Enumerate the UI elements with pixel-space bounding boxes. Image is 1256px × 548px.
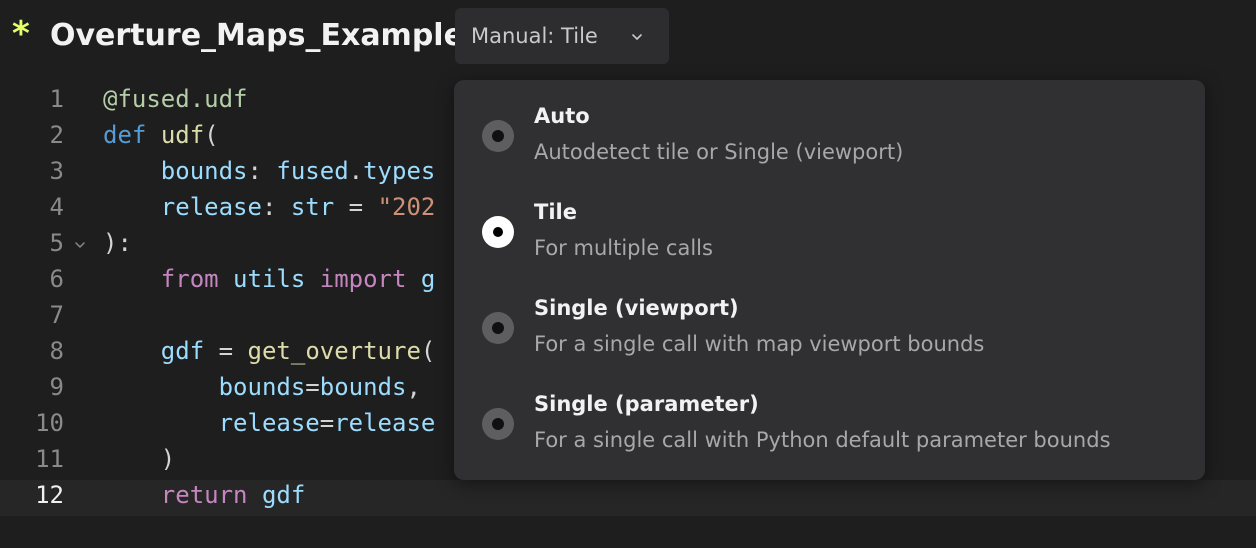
udf-title[interactable]: Overture_Maps_Example <box>50 18 464 54</box>
code-token: udf <box>160 121 205 149</box>
fold-chevron-icon[interactable] <box>73 239 87 253</box>
code-token: release <box>334 409 436 437</box>
mode-option-title: Single (parameter) <box>534 392 759 416</box>
code-token: bounds <box>160 157 248 185</box>
code-token: = <box>334 193 378 221</box>
code-token: import <box>319 265 407 293</box>
code-token: ): <box>103 229 132 257</box>
code-token: bounds <box>319 373 407 401</box>
code-line[interactable]: bounds: fused.types <box>103 153 436 189</box>
code-token: = <box>305 373 320 401</box>
code-token: g <box>406 265 436 293</box>
code-token: @fused.udf <box>103 85 248 113</box>
execution-mode-menu: Auto Autodetect tile or Single (viewport)… <box>454 80 1205 480</box>
code-line[interactable]: release: str = "202 <box>103 189 436 225</box>
line-number: 3 <box>49 157 64 185</box>
line-number: 7 <box>49 301 64 329</box>
code-token: gdf <box>160 337 205 365</box>
execution-mode-label: Manual: Tile <box>471 24 598 48</box>
code-token: get_overture <box>247 337 421 365</box>
line-number: 2 <box>49 121 64 149</box>
code-token: "202 <box>377 193 436 221</box>
line-number: 6 <box>49 265 64 293</box>
code-token: . <box>348 157 364 185</box>
code-token: return <box>160 481 248 509</box>
line-number: 8 <box>49 337 64 365</box>
mode-option-title: Auto <box>534 104 590 128</box>
code-token: ) <box>103 445 176 473</box>
mode-option-tile[interactable]: Tile For multiple calls <box>454 185 1205 281</box>
radio-selected-icon[interactable] <box>482 216 514 248</box>
line-number: 11 <box>35 445 64 473</box>
code-token: utils <box>233 265 306 293</box>
mode-option-description: For a single call with map viewport boun… <box>534 332 985 356</box>
radio-icon[interactable] <box>482 312 514 344</box>
line-number: 1 <box>49 85 64 113</box>
line-number: 4 <box>49 193 64 221</box>
mode-option-description: For a single call with Python default pa… <box>534 428 1111 452</box>
code-line[interactable]: ): <box>103 225 132 261</box>
code-line[interactable]: ) <box>103 441 175 477</box>
code-token: ( <box>420 337 436 365</box>
code-token: = <box>204 337 248 365</box>
code-token: release <box>160 193 262 221</box>
execution-mode-select[interactable]: Manual: Tile <box>455 8 669 64</box>
code-token: fused <box>276 157 349 185</box>
code-line[interactable]: def udf( <box>103 117 219 153</box>
code-token: , <box>406 373 421 401</box>
code-token: : <box>261 193 291 221</box>
code-token: ( <box>204 121 219 149</box>
line-number: 12 <box>35 481 64 509</box>
line-number: 10 <box>35 409 64 437</box>
code-token: def <box>103 121 147 149</box>
mode-option-single-viewport[interactable]: Single (viewport) For a single call with … <box>454 281 1205 377</box>
code-line[interactable]: gdf = get_overture( <box>103 333 436 369</box>
radio-dot <box>492 418 504 430</box>
unsaved-indicator: * <box>12 14 30 54</box>
code-line[interactable]: bounds=bounds, <box>103 369 421 405</box>
line-number-gutter: 1 2 3 4 5 6 7 8 9 10 11 12 <box>0 80 94 548</box>
code-token: str <box>290 193 335 221</box>
code-token: from <box>160 265 219 293</box>
radio-dot <box>492 130 504 142</box>
line-number: 5 <box>49 229 64 257</box>
udf-editor-app: * Overture_Maps_Example Manual: Tile 123… <box>0 0 1256 548</box>
chevron-down-icon <box>632 34 642 40</box>
code-line[interactable]: from utils import g <box>103 261 436 297</box>
code-token: = <box>319 409 335 437</box>
code-token: bounds <box>218 373 306 401</box>
mode-option-description: Autodetect tile or Single (viewport) <box>534 140 904 164</box>
radio-icon[interactable] <box>482 408 514 440</box>
code-line[interactable]: return gdf <box>103 477 306 513</box>
code-token: types <box>363 157 436 185</box>
code-token: gdf <box>261 481 306 509</box>
mode-option-title: Single (viewport) <box>534 296 739 320</box>
code-token: : <box>247 157 277 185</box>
code-token: release <box>218 409 320 437</box>
header: * Overture_Maps_Example Manual: Tile <box>0 0 1256 72</box>
mode-option-single-parameter[interactable]: Single (parameter) For a single call with… <box>454 377 1205 473</box>
mode-option-title: Tile <box>534 200 577 224</box>
mode-option-description: For multiple calls <box>534 236 713 260</box>
radio-dot <box>493 227 503 237</box>
line-number: 9 <box>49 373 64 401</box>
radio-dot <box>492 322 504 334</box>
code-line[interactable]: @fused.udf <box>103 81 248 117</box>
mode-option-auto[interactable]: Auto Autodetect tile or Single (viewport) <box>454 89 1205 185</box>
radio-icon[interactable] <box>482 120 514 152</box>
code-line[interactable]: release=release <box>103 405 436 441</box>
